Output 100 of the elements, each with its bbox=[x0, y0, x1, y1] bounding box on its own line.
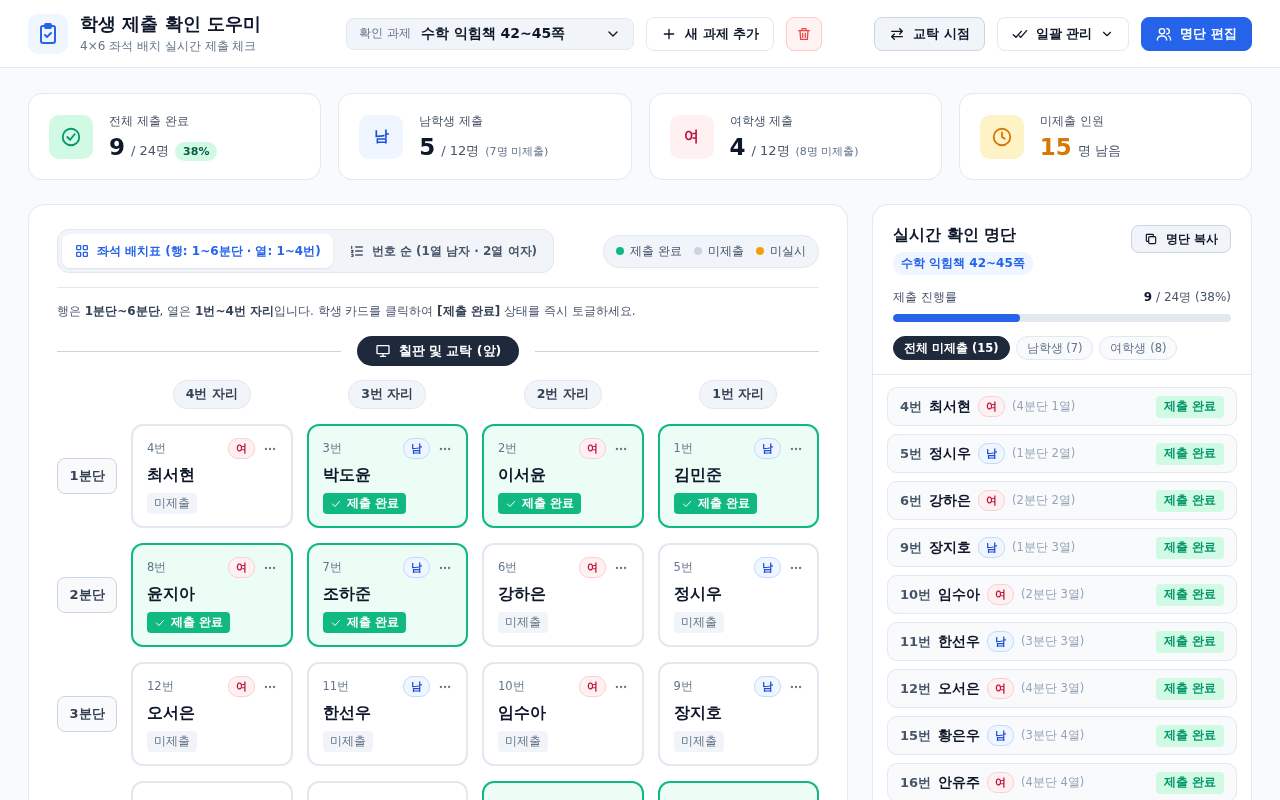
student-number: 2번 bbox=[498, 441, 519, 456]
student-name: 한선우 bbox=[938, 632, 981, 651]
student-number: 8번 bbox=[147, 560, 168, 575]
filter-chip[interactable]: 여학생 (8) bbox=[1099, 336, 1178, 360]
gender-badge: 여 bbox=[227, 557, 255, 578]
student-card[interactable]: 4번 여 최서현 미제출 bbox=[131, 424, 293, 528]
student-number: 4번 bbox=[900, 397, 923, 416]
student-card[interactable]: 6번 여 강하은 미제출 bbox=[482, 543, 644, 647]
gender-badge: 여 bbox=[227, 676, 255, 697]
gender-badge: 여 bbox=[987, 772, 1015, 793]
student-name: 정시우 bbox=[929, 444, 972, 463]
student-number: 5번 bbox=[673, 560, 694, 575]
student-number: 6번 bbox=[498, 560, 519, 575]
seat-location: (3분단 3열) bbox=[1021, 634, 1086, 649]
gender-badge: 남 bbox=[754, 557, 781, 578]
gender-badge: 여 bbox=[578, 557, 606, 578]
student-name: 안유주 bbox=[938, 773, 981, 792]
stat-note: (8명 미제출) bbox=[795, 144, 859, 159]
stat-value: 9 bbox=[109, 133, 125, 160]
student-number: 5번 bbox=[900, 444, 923, 463]
gender-badge: 여 bbox=[578, 438, 606, 459]
student-card[interactable]: 5번 남 정시우 미제출 bbox=[657, 543, 819, 647]
student-number: 15번 bbox=[900, 726, 932, 745]
student-number: 9번 bbox=[900, 538, 923, 557]
student-card[interactable]: 2번 여 이서윤 제출 완료 bbox=[482, 424, 644, 528]
stat-total: 명 남음 bbox=[1077, 142, 1121, 160]
filter-chip[interactable]: 전체 미제출 (15) bbox=[893, 336, 1010, 360]
student-card[interactable]: 8번 여 윤지아 제출 완료 bbox=[131, 543, 293, 647]
stat-note: (7명 미제출) bbox=[485, 144, 549, 159]
gender-badge: 여 bbox=[978, 490, 1006, 511]
student-card[interactable]: 12번 여 오서은 미제출 bbox=[131, 662, 293, 766]
app-title: 학생 제출 확인 도우미 bbox=[80, 12, 262, 36]
gender-badge: 남 bbox=[403, 438, 430, 459]
stat-label: 남학생 제출 bbox=[419, 113, 485, 130]
stat-value: 15 bbox=[1039, 134, 1072, 160]
filter-chip[interactable]: 남학생 (7) bbox=[1015, 336, 1094, 360]
stat-total: / 12명 bbox=[751, 142, 790, 160]
view-toggle-button[interactable]: 교탁 시점 bbox=[874, 16, 985, 51]
bulk-menu-button[interactable]: 일괄 관리 bbox=[996, 16, 1130, 51]
gender-badge: 여 bbox=[987, 584, 1015, 605]
list-icon bbox=[348, 243, 365, 259]
student-card[interactable]: 7번 남 조하준 제출 완료 bbox=[306, 543, 468, 647]
status-tag: 제출 완료 bbox=[147, 612, 230, 633]
gender-badge: 남 bbox=[359, 114, 404, 159]
gender-badge: 남 bbox=[987, 725, 1015, 746]
student-name: 장지호 bbox=[929, 538, 972, 557]
student-name: 윤지아 bbox=[147, 584, 196, 605]
instructions-text: 행은 1분단~6분단, 열은 1번~4번 자리입니다. 학생 카드를 클릭하여 [제출 완료] 상태를 즉시 토글하세요. bbox=[57, 303, 637, 320]
student-name: 박도윤 bbox=[322, 465, 372, 486]
column-header: 4번 자리 bbox=[172, 380, 251, 409]
status-tag: 미제출 bbox=[498, 731, 548, 752]
student-card[interactable]: 3번 남 박도윤 제출 완료 bbox=[306, 424, 468, 528]
copy-icon bbox=[1143, 232, 1158, 246]
assignment-select[interactable]: 확인 과제 수학 익힘책 42~45쪽 bbox=[346, 17, 634, 50]
student-number: 11번 bbox=[322, 679, 351, 694]
student-number: 12번 bbox=[147, 679, 175, 694]
status-tag: 미제출 bbox=[322, 731, 373, 752]
delete-button[interactable] bbox=[786, 16, 823, 51]
add-assignment-button[interactable]: 새 과제 추가 bbox=[646, 16, 775, 51]
edit-roster-button[interactable]: 명단 편집 bbox=[1141, 16, 1252, 51]
view-tab[interactable]: 좌석 배치표 (행: 1~6분단 · 열: 1~4번) bbox=[62, 234, 333, 268]
monitor-icon bbox=[374, 343, 391, 359]
student-card[interactable]: 11번 남 한선우 미제출 bbox=[306, 662, 468, 766]
trash-icon bbox=[796, 25, 813, 42]
app-subtitle: 4×6 좌석 배치 실시간 제출 체크 bbox=[80, 38, 258, 55]
student-name: 정시우 bbox=[673, 584, 723, 605]
student-number: 10번 bbox=[498, 679, 526, 694]
gender-badge: 여 bbox=[578, 676, 606, 697]
student-name: 한선우 bbox=[322, 703, 372, 724]
student-card[interactable]: 1번 남 김민준 제출 완료 bbox=[657, 424, 819, 528]
status-tag: 미제출 bbox=[673, 612, 724, 633]
roster-title: 실시간 확인 명단 bbox=[893, 225, 1018, 246]
student-number: 10번 bbox=[900, 585, 932, 604]
seat-location: (2분단 3열) bbox=[1021, 587, 1086, 602]
stat-total: / 24명 bbox=[131, 141, 170, 160]
student-name: 이서윤 bbox=[498, 465, 547, 486]
student-number: 11번 bbox=[900, 632, 932, 651]
seat-location: (3분단 4열) bbox=[1021, 728, 1086, 743]
gender-badge: 남 bbox=[754, 438, 781, 459]
stat-label: 미제출 인원 bbox=[1039, 113, 1105, 130]
student-number: 6번 bbox=[900, 491, 923, 510]
student-name: 황은우 bbox=[938, 726, 981, 745]
progress-label: 제출 진행률 bbox=[893, 289, 957, 306]
student-number: 4번 bbox=[147, 441, 168, 456]
view-tab[interactable]: 번호 순 (1열 남자 · 2열 여자) bbox=[336, 234, 549, 268]
row-label: 1분단 bbox=[57, 458, 117, 494]
student-card[interactable]: 10번 여 임수아 미제출 bbox=[482, 662, 644, 766]
stat-total: / 12명 bbox=[441, 142, 480, 160]
student-name: 강하은 bbox=[929, 491, 972, 510]
gender-badge: 남 bbox=[987, 631, 1015, 652]
status-tag: 제출 완료 bbox=[322, 612, 406, 633]
student-number: 12번 bbox=[900, 679, 932, 698]
legend-label: 제출 완료 bbox=[630, 243, 682, 259]
status-tag: 제출 완료 bbox=[498, 493, 581, 514]
subject-tag: 수학 익힘책 42~45쪽 bbox=[893, 252, 1033, 275]
swap-arrows-icon bbox=[889, 25, 906, 42]
gender-badge: 남 bbox=[403, 676, 430, 697]
gender-badge: 여 bbox=[669, 114, 714, 159]
copy-roster-button[interactable]: 명단 복사 bbox=[1130, 225, 1231, 253]
student-card[interactable]: 9번 남 장지호 미제출 bbox=[657, 662, 819, 766]
